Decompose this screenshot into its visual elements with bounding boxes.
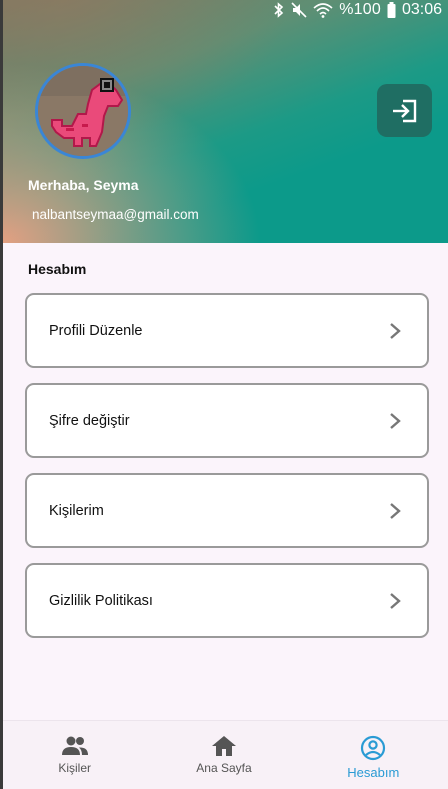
- avatar[interactable]: [35, 63, 131, 159]
- menu-item-label: Şifre değiştir: [49, 412, 130, 429]
- battery-percent: %100: [339, 1, 381, 18]
- home-icon: [211, 736, 236, 756]
- menu-item-edit-profile[interactable]: Profili Düzenle: [25, 293, 429, 368]
- chevron-right-icon: [390, 502, 401, 519]
- greeting-text: Merhaba, Seyma: [28, 177, 139, 193]
- nav-tab-contacts[interactable]: Kişiler: [0, 721, 149, 789]
- logout-icon: [392, 99, 416, 122]
- nav-tab-account[interactable]: Hesabım: [299, 721, 448, 789]
- bluetooth-icon: [273, 2, 285, 18]
- menu-item-label: Kişilerim: [49, 502, 104, 519]
- menu-item-change-password[interactable]: Şifre değiştir: [25, 383, 429, 458]
- nav-tab-label: Ana Sayfa: [196, 761, 252, 775]
- wifi-icon: [313, 2, 333, 18]
- user-email: nalbantseymaa@gmail.com: [32, 207, 199, 222]
- battery-icon: [387, 2, 396, 18]
- chevron-right-icon: [390, 322, 401, 339]
- account-circle-icon: [361, 735, 386, 761]
- menu-item-label: Gizlilik Politikası: [49, 592, 153, 609]
- people-icon: [61, 736, 88, 755]
- menu-item-privacy-policy[interactable]: Gizlilik Politikası: [25, 563, 429, 638]
- screen-edge: [0, 0, 3, 789]
- mute-icon: [291, 2, 307, 18]
- menu-item-label: Profili Düzenle: [49, 322, 143, 339]
- nav-tab-label: Hesabım: [347, 765, 400, 780]
- pink-dinosaur-icon: [38, 66, 128, 156]
- status-bar: %100 03:06: [0, 0, 448, 20]
- nav-tab-home[interactable]: Ana Sayfa: [149, 721, 298, 789]
- section-title: Hesabım: [28, 261, 87, 277]
- nav-tab-label: Kişiler: [58, 761, 91, 775]
- chevron-right-icon: [390, 592, 401, 609]
- logout-button[interactable]: [377, 84, 432, 137]
- chevron-right-icon: [390, 412, 401, 429]
- status-time: 03:06: [401, 1, 442, 18]
- bottom-navigation: Kişiler Ana Sayfa Hesabım: [0, 720, 448, 789]
- menu-item-my-contacts[interactable]: Kişilerim: [25, 473, 429, 548]
